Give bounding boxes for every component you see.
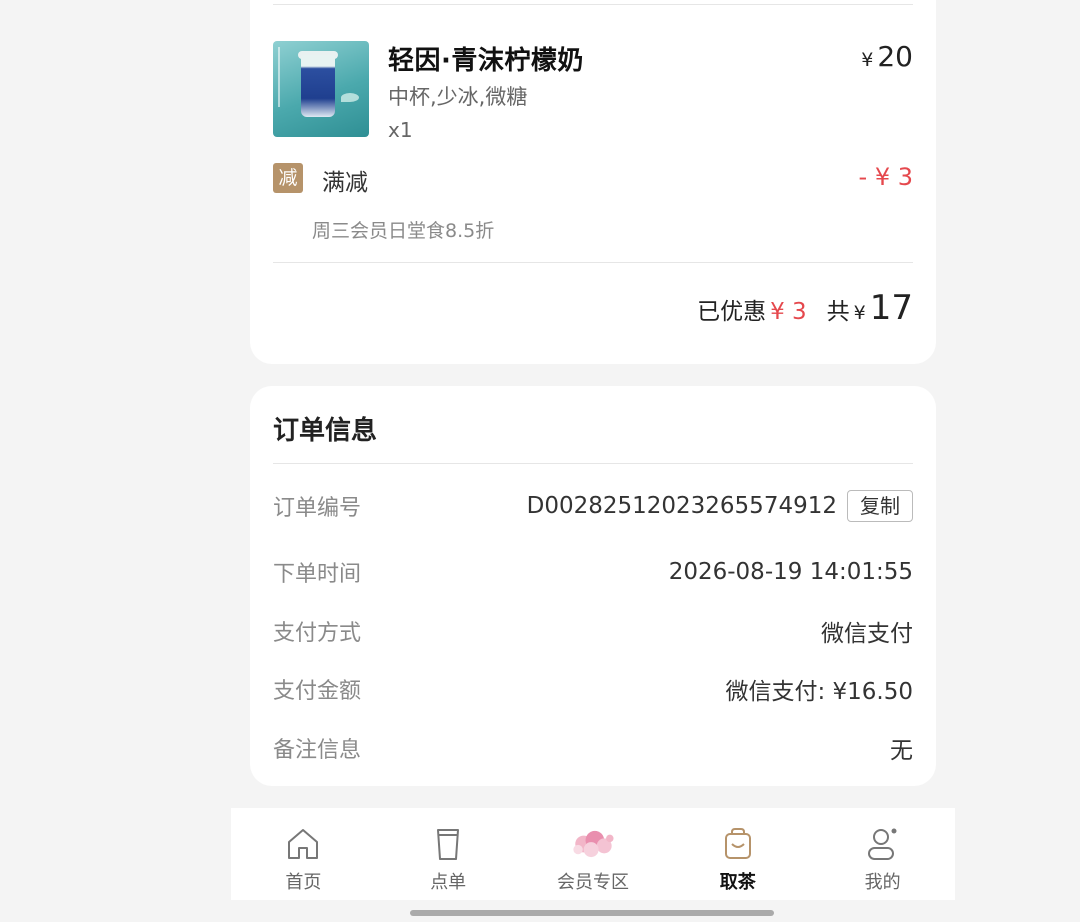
product-name: 轻因·青沫柠檬奶 [388,46,584,76]
tab-label: 我的 [864,872,901,893]
tab-label: 取茶 [719,872,756,893]
pay-amount-label: 支付金额 [273,679,362,704]
tab-label: 点单 [430,872,467,893]
order-time-value: 2026-08-19 14:01:55 [668,559,913,585]
tab-pickup[interactable]: 取茶 [665,808,810,900]
product-price-value: 20 [877,40,913,73]
order-summary: 已优惠 ¥ 3 共 ¥ 17 [697,288,913,328]
remark-row: 备注信息 无 [273,728,913,768]
home-icon [288,829,319,859]
order-number-value: D00282512023265574912 [526,493,837,519]
order-detail-page: 轻因·青沫柠檬奶 中杯,少冰,微糖 x1 ¥20 减 满减 - ¥ 3 周三会员… [0,0,1080,922]
bag-icon [724,828,751,859]
product-card: 轻因·青沫柠檬奶 中杯,少冰,微糖 x1 ¥20 减 满减 - ¥ 3 周三会员… [250,0,936,364]
divider [273,463,913,464]
user-icon [867,828,897,860]
tab-mine[interactable]: 我的 [810,808,955,900]
remark-value: 无 [890,738,913,764]
divider [273,4,913,5]
tab-home[interactable]: 首页 [231,808,376,900]
remark-label: 备注信息 [273,738,362,763]
order-info-card: 订单信息 订单编号 D00282512023265574912 复制 下单时间 … [250,386,936,786]
order-number-row: 订单编号 D00282512023265574912 复制 [273,486,913,526]
product-image[interactable] [273,41,369,137]
bottom-tab-bar: 首页 点单 会员专区 取茶 我的 [231,808,955,900]
order-time-label: 下单时间 [273,562,362,587]
tab-label: 首页 [285,872,322,893]
divider [273,262,913,263]
pay-amount-value: 微信支付: ¥16.50 [725,679,913,705]
promo-badge: 减 [273,163,303,193]
order-time-row: 下单时间 2026-08-19 14:01:55 [273,552,913,592]
currency-symbol: ¥ [861,49,874,71]
pay-method-label: 支付方式 [273,621,362,646]
discount-label: 已优惠 [697,299,767,325]
home-indicator[interactable] [410,910,774,916]
tab-member[interactable]: 会员专区 [521,808,666,900]
copy-button[interactable]: 复制 [847,490,913,522]
product-spec: 中杯,少冰,微糖 [388,85,528,109]
product-price: ¥20 [861,40,913,73]
promo-label: 满减 [322,170,368,196]
tab-label: 会员专区 [556,872,629,893]
total-value: 17 [869,288,913,328]
order-info-title: 订单信息 [273,416,378,446]
promo-description: 周三会员日堂食8.5折 [312,220,495,242]
tab-order[interactable]: 点单 [376,808,521,900]
pay-amount-row: 支付金额 微信支付: ¥16.50 [273,669,913,709]
currency-symbol: ¥ [853,302,866,324]
order-number-label: 订单编号 [273,496,362,521]
total-label: 共 [826,299,850,325]
promo-amount: - ¥ 3 [858,163,913,191]
pay-method-row: 支付方式 微信支付 [273,611,913,651]
product-quantity: x1 [388,118,413,142]
cup-icon [437,829,460,860]
discount-value: ¥ 3 [770,299,807,325]
flower-icon [573,830,614,858]
pay-method-value: 微信支付 [821,621,913,647]
